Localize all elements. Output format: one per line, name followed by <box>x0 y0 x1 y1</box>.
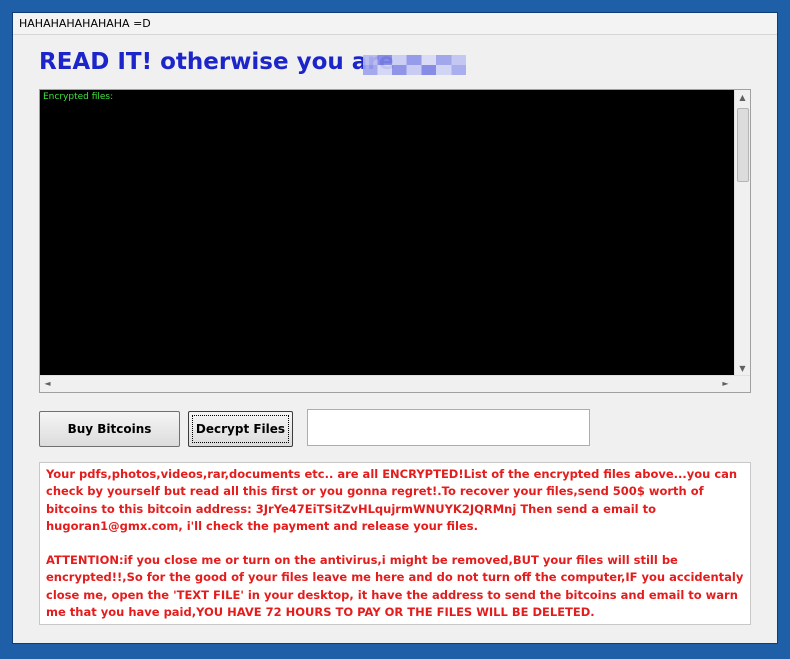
message-paragraph-2: ATTENTION:if you close me or turn on the… <box>46 553 744 620</box>
censored-word <box>363 55 466 75</box>
decrypt-files-button[interactable]: Decrypt Files <box>188 411 293 447</box>
title-bar[interactable]: HAHAHAHAHAHAHA =D <box>13 13 777 35</box>
scroll-thumb[interactable] <box>737 108 749 182</box>
decrypt-files-label: Decrypt Files <box>195 422 286 436</box>
horizontal-scrollbar[interactable]: ◄ ► <box>40 375 750 392</box>
ransom-window: HAHAHAHAHAHAHA =D READ IT! otherwise you… <box>12 12 778 644</box>
message-paragraph-1: Your pdfs,photos,videos,rar,documents et… <box>46 467 738 533</box>
ransom-message: Your pdfs,photos,videos,rar,documents et… <box>39 462 751 625</box>
scroll-down-icon[interactable]: ▼ <box>735 361 750 376</box>
buy-bitcoins-button[interactable]: Buy Bitcoins <box>39 411 180 447</box>
scroll-left-icon[interactable]: ◄ <box>40 376 55 392</box>
vertical-scrollbar[interactable]: ▲ ▼ <box>734 90 750 376</box>
page-title: READ IT! otherwise you are <box>39 49 395 75</box>
encrypted-files-label: Encrypted files: <box>43 92 114 102</box>
decrypt-code-input[interactable] <box>307 409 590 446</box>
encrypted-files-list[interactable]: Encrypted files: ▲ ▼ ◄ ► <box>39 89 751 393</box>
window-title: HAHAHAHAHAHAHA =D <box>19 17 151 30</box>
scroll-up-icon[interactable]: ▲ <box>735 90 750 105</box>
scroll-right-icon[interactable]: ► <box>718 376 733 392</box>
